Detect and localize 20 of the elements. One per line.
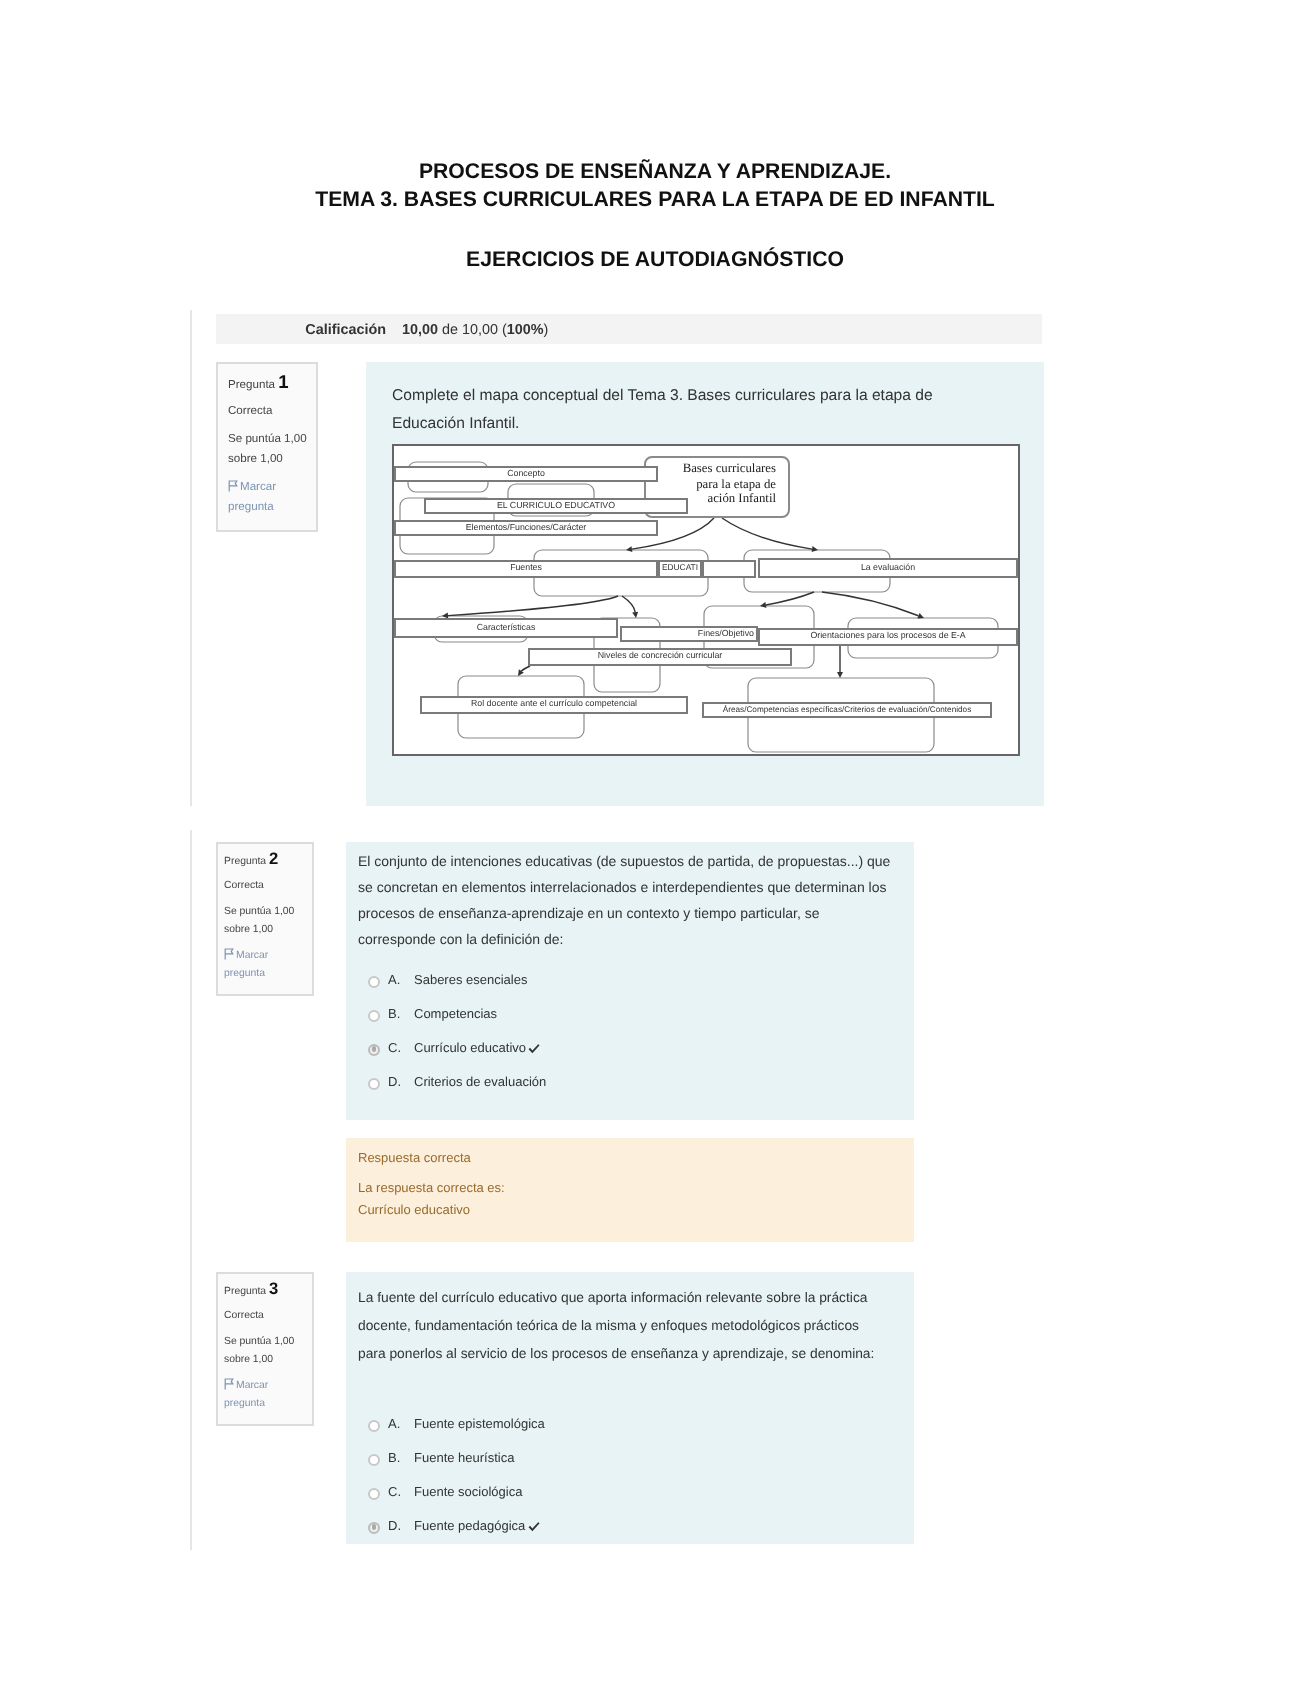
radio-button[interactable] <box>368 1487 380 1499</box>
radio-button[interactable] <box>368 1009 380 1021</box>
connector-arrow <box>837 645 843 678</box>
connector-arrow <box>821 591 924 619</box>
radio-button[interactable] <box>368 1453 380 1465</box>
document-title: PROCESOS DE ENSEÑANZA Y APRENDIZAJE. <box>416 158 894 186</box>
connector-arrow <box>518 665 531 676</box>
connector-arrow <box>626 517 715 553</box>
document-title: TEMA 3. BASES CURRICULARES PARA LA ETAPA DE ED INFANTIL <box>313 186 997 214</box>
radio-button[interactable] <box>368 975 380 987</box>
radio-button[interactable] <box>368 1419 380 1431</box>
radio-button[interactable] <box>368 1077 380 1089</box>
connector-arrow <box>760 591 815 608</box>
flag-icon <box>228 480 238 492</box>
connector-arrow <box>721 517 818 553</box>
flag-icon <box>224 948 234 960</box>
flag-icon <box>224 1378 234 1390</box>
radio-button[interactable] <box>368 1043 380 1055</box>
radio-button[interactable] <box>368 1521 380 1533</box>
document-subtitle: EJERCICIOS DE AUTODIAGNÓSTICO <box>464 246 846 274</box>
